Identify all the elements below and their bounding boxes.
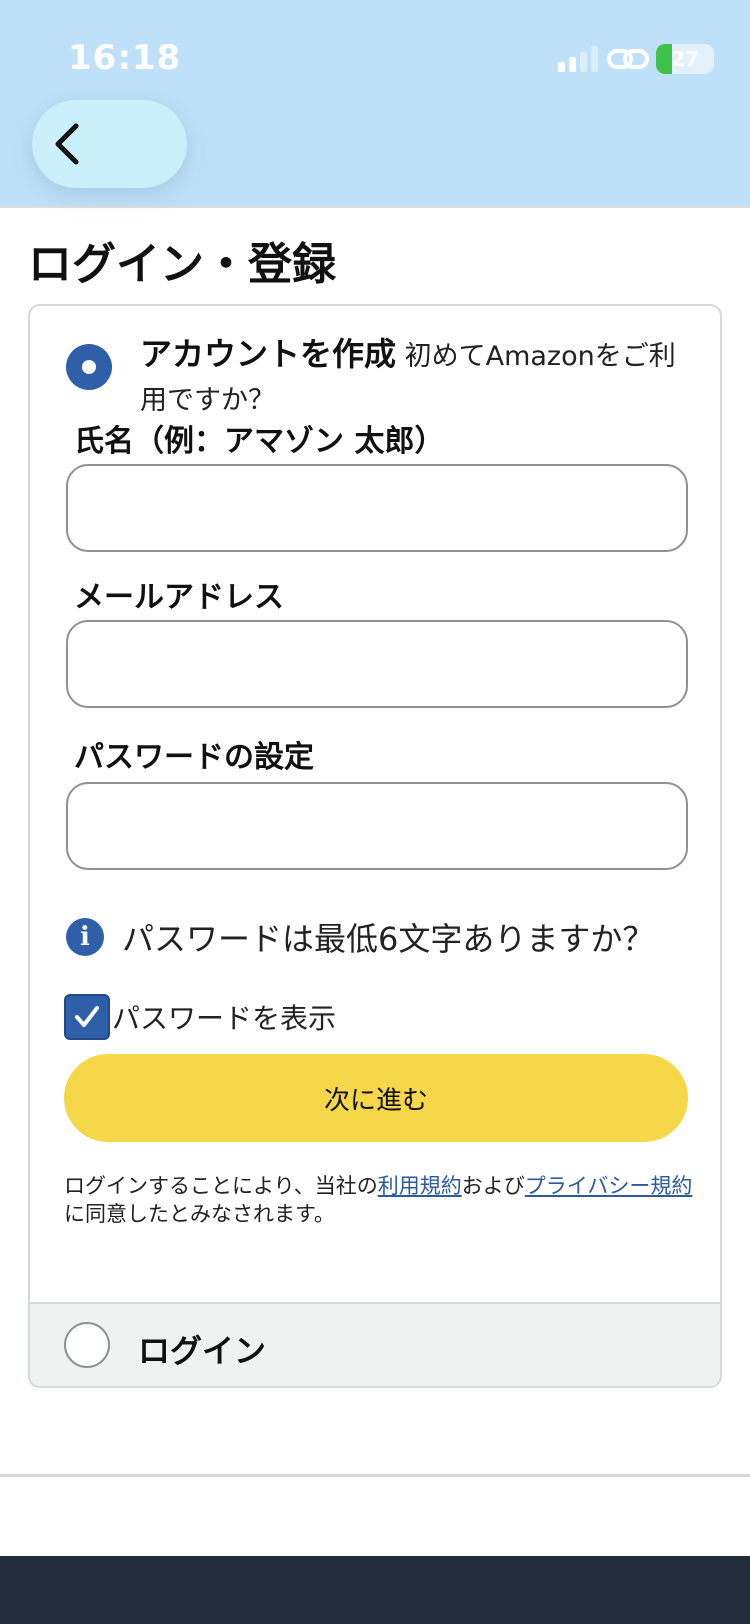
login-label: ログイン [138, 1332, 267, 1370]
link-icon [607, 49, 649, 69]
battery-level: 27 [671, 47, 699, 71]
privacy-link[interactable]: プライバシー規約 [525, 1174, 693, 1198]
show-password-checkbox[interactable] [64, 994, 110, 1040]
signal-icon [558, 46, 602, 72]
password-label: パスワードの設定 [74, 740, 314, 775]
email-label: メールアドレス [74, 580, 284, 615]
legal-notice: ログインすることにより、当社の利用規約およびプライバシー規約に同意したとみなされ… [64, 1172, 694, 1228]
name-label: 氏名（例：アマゾン 太郎） [74, 424, 445, 459]
chevron-left-icon [55, 123, 79, 165]
info-icon: i [66, 918, 104, 956]
create-account-title: アカウントを作成 [140, 335, 397, 373]
show-password-label: パスワードを表示 [112, 1002, 337, 1035]
login-option[interactable]: ログイン [30, 1302, 720, 1386]
back-button[interactable] [32, 100, 187, 188]
battery-icon: 27 [656, 44, 714, 74]
terms-link[interactable]: 利用規約 [378, 1174, 462, 1198]
divider [0, 1474, 750, 1477]
login-radio[interactable] [64, 1322, 110, 1368]
continue-button[interactable]: 次に進む [64, 1054, 688, 1142]
status-time: 16:18 [68, 38, 182, 78]
footer-bar [0, 1556, 750, 1624]
legal-prefix: ログインすることにより、当社の [64, 1174, 378, 1198]
name-input[interactable] [66, 464, 688, 552]
create-account-heading: アカウントを作成 初めてAmazonをご利用ですか？ [140, 332, 700, 423]
create-account-radio[interactable] [66, 344, 112, 390]
legal-suffix: に同意したとみなされます。 [64, 1202, 335, 1226]
auth-card: アカウントを作成 初めてAmazonをご利用ですか？ 氏名（例：アマゾン 太郎）… [28, 304, 722, 1388]
app-header: 16:18 27 [0, 0, 750, 208]
email-input[interactable] [66, 620, 688, 708]
page-title: ログイン・登録 [28, 239, 336, 290]
password-hint-text: パスワードは最低6文字ありますか？ [122, 920, 655, 958]
checkmark-icon [75, 1006, 99, 1027]
show-password-row[interactable]: パスワードを表示 [64, 994, 336, 1040]
password-hint: i パスワードは最低6文字ありますか？ [66, 914, 654, 960]
legal-and: および [461, 1174, 525, 1198]
password-input[interactable] [66, 782, 688, 870]
